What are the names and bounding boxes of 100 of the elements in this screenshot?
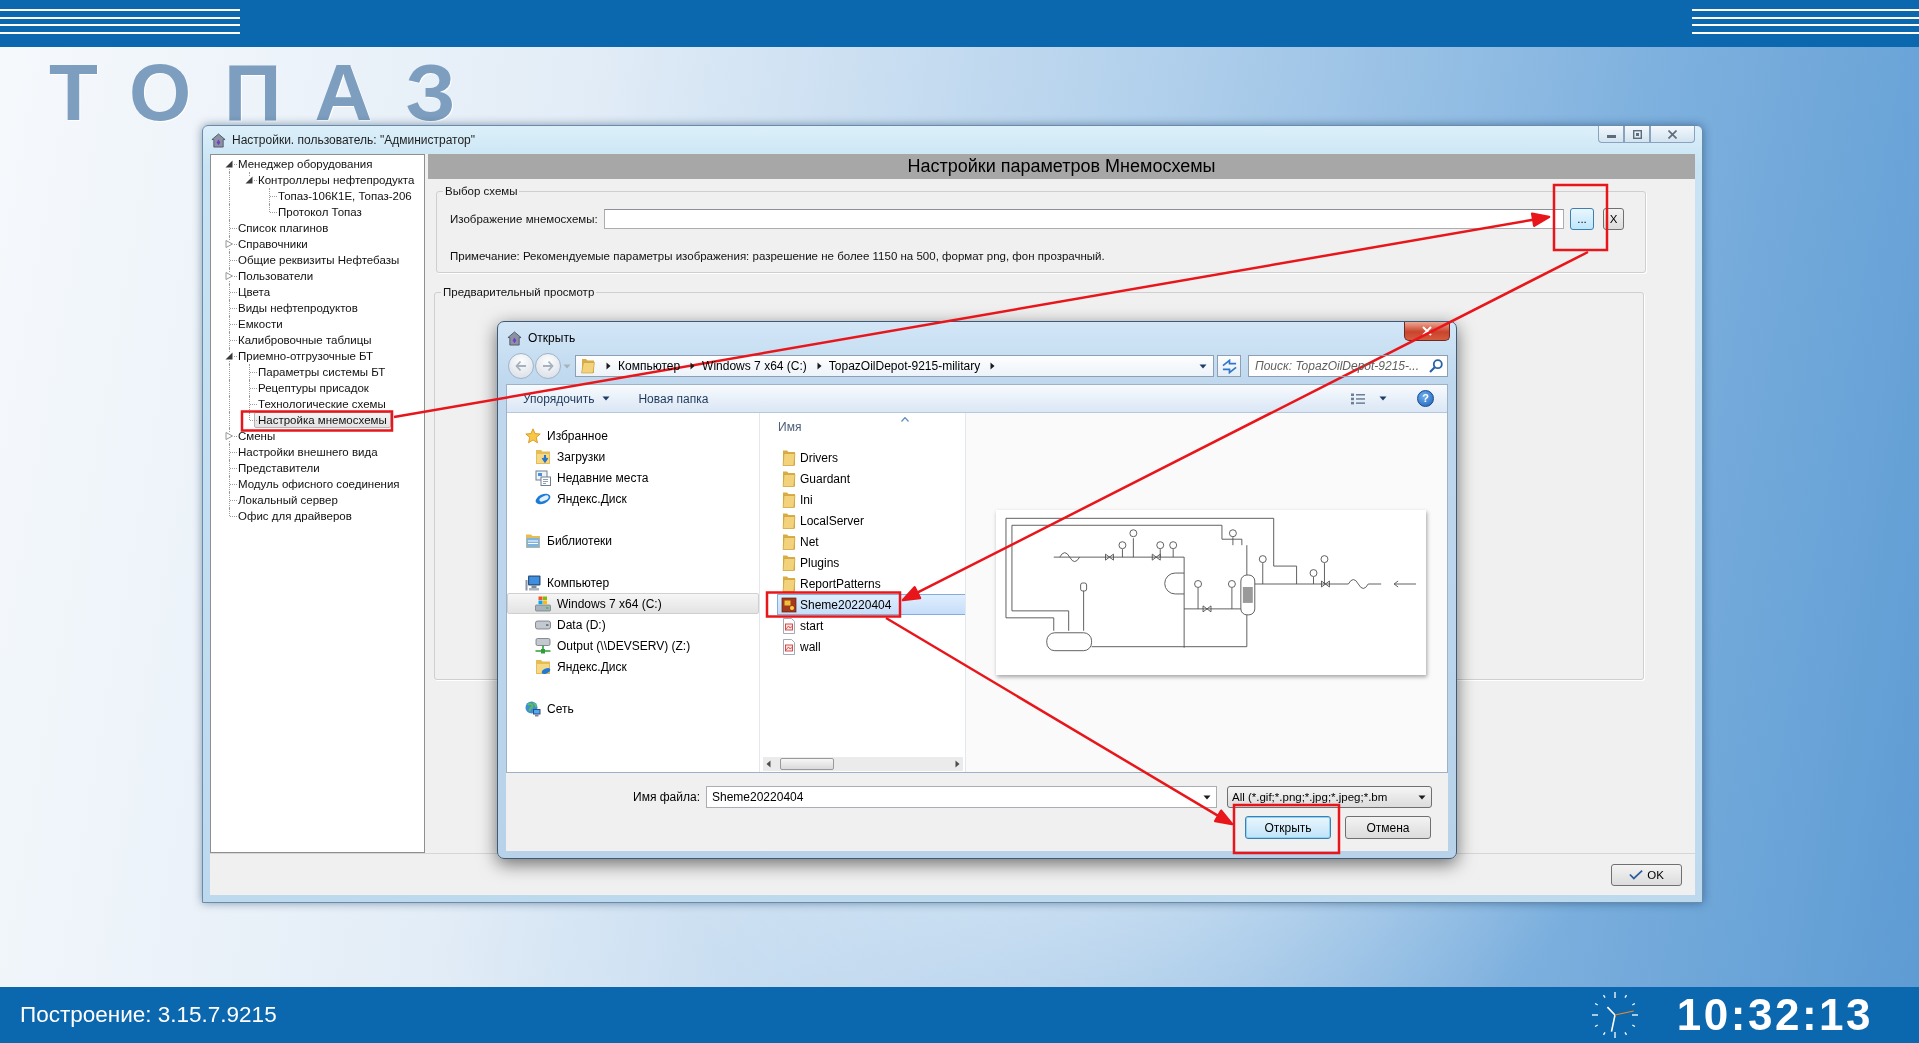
file-name-field[interactable]: Sheme20220404	[706, 786, 1217, 808]
folder-icon	[781, 470, 797, 487]
tree-item[interactable]: Справочники	[234, 236, 312, 252]
tree-item[interactable]: Топаз-106К1Е, Топаз-206	[274, 188, 416, 204]
house-icon	[507, 330, 522, 346]
file-item[interactable]: Net	[777, 531, 965, 552]
build-version: Построение: 3.15.7.9215	[20, 1002, 277, 1028]
toolbar-button[interactable]: Новая папка	[638, 391, 709, 406]
tree-item[interactable]: Смены	[234, 428, 280, 444]
field-label: Изображение мнемосхемы:	[450, 213, 598, 225]
section-header: Настройки параметров Мнемосхемы	[428, 154, 1695, 179]
tree-item[interactable]: Калибровочные таблицы	[234, 332, 376, 348]
image-file-icon	[781, 596, 797, 613]
nav-item[interactable]: Яндекс.Диск	[507, 656, 759, 677]
collapsed-icon[interactable]	[225, 272, 233, 280]
cancel-button[interactable]: Отмена	[1345, 816, 1431, 839]
file-name-label: Имя файла:	[632, 790, 700, 804]
expanded-icon[interactable]	[225, 160, 233, 168]
expanded-icon[interactable]	[245, 176, 253, 184]
tree-item[interactable]: Общие реквизиты Нефтебазы	[234, 252, 404, 268]
scroll-right-icon[interactable]	[955, 760, 960, 768]
network-globe-icon	[525, 700, 541, 717]
file-type-dropdown[interactable]: All (*.gif;*.png;*.jpg;*.jpeg;*.bm	[1227, 786, 1432, 808]
breadcrumb-item[interactable]: Компьютер	[618, 359, 681, 373]
ok-button[interactable]: OK	[1611, 863, 1682, 886]
tree-item[interactable]: Локальный сервер	[234, 492, 342, 508]
refresh-button[interactable]	[1217, 355, 1241, 377]
folder-icon	[781, 575, 797, 592]
nav-item[interactable]: Загрузки	[507, 446, 759, 467]
file-item[interactable]: Drivers	[777, 447, 965, 468]
chevron-icon[interactable]	[990, 362, 996, 370]
minimize-button[interactable]	[1598, 126, 1624, 143]
scrollbar-thumb[interactable]	[780, 758, 834, 770]
house-icon	[211, 132, 226, 148]
collapsed-icon[interactable]	[225, 432, 233, 440]
caret-icon[interactable]	[1199, 363, 1207, 369]
tree-item[interactable]: Параметры системы БТ	[254, 364, 390, 380]
download-folder-icon	[535, 448, 551, 465]
caret-icon[interactable]	[1379, 396, 1387, 401]
scroll-left-icon[interactable]	[766, 760, 771, 768]
chevron-icon[interactable]	[690, 362, 696, 370]
system-drive-icon	[535, 595, 551, 612]
dialog-title: Открыть	[528, 331, 576, 345]
close-button[interactable]	[1650, 126, 1695, 143]
chevron-icon[interactable]	[606, 362, 611, 370]
view-list-icon[interactable]	[1351, 392, 1365, 405]
nav-item[interactable]: Библиотеки	[507, 530, 759, 551]
tree-item[interactable]: Менеджер оборудования	[234, 156, 377, 172]
maximize-button[interactable]	[1624, 126, 1650, 143]
tree-item[interactable]: Настройки внешнего вида	[234, 444, 382, 460]
browse-button[interactable]: ...	[1570, 208, 1594, 230]
horizontal-scrollbar[interactable]	[763, 757, 963, 771]
nav-item[interactable]: Яндекс.Диск	[507, 488, 759, 509]
tree-item[interactable]: Приемно-отгрузочные БТ	[234, 348, 378, 364]
tree-item[interactable]: Список плагинов	[234, 220, 333, 236]
nav-item[interactable]: Сеть	[507, 698, 759, 719]
image-path-field[interactable]	[603, 209, 1564, 229]
tree-item[interactable]: Цвета	[234, 284, 275, 300]
tree-item[interactable]: Представители	[234, 460, 324, 476]
open-button[interactable]: Открыть	[1245, 816, 1331, 839]
app-logo: ТОПАЗ	[49, 61, 489, 125]
nav-item[interactable]: Компьютер	[507, 572, 759, 593]
tree-item[interactable]: Пользователи	[234, 268, 318, 284]
tree-item[interactable]: Виды нефтепродуктов	[234, 300, 362, 316]
refresh-icon	[1221, 358, 1237, 374]
file-item[interactable]: LocalServer	[777, 510, 965, 531]
caret-icon[interactable]	[1203, 795, 1211, 800]
breadcrumb-item[interactable]: Windows 7 x64 (C:)	[702, 359, 807, 373]
nav-item[interactable]: Windows 7 x64 (C:)	[507, 593, 759, 614]
tree-item[interactable]: Контроллеры нефтепродукта	[254, 172, 419, 188]
search-icon[interactable]	[1429, 359, 1443, 373]
nav-item[interactable]: Недавние места	[507, 467, 759, 488]
file-item[interactable]: Guardant	[777, 468, 965, 489]
file-item[interactable]: Plugins	[777, 552, 965, 573]
close-icon	[1422, 326, 1432, 336]
bitmap-file-icon	[781, 638, 797, 655]
tree-item[interactable]: Протокол Топаз	[274, 204, 366, 220]
file-item[interactable]: start	[777, 615, 965, 636]
clear-button[interactable]: X	[1603, 208, 1624, 230]
file-item[interactable]: wall	[777, 636, 965, 657]
folder-icon	[781, 491, 797, 508]
chevron-icon[interactable]	[816, 362, 822, 370]
tree-item[interactable]: Емкости	[234, 316, 287, 332]
nav-item[interactable]: Data (D:)	[507, 614, 759, 635]
tree-item[interactable]: Рецептуры присадок	[254, 380, 373, 396]
nav-item[interactable]: Избранное	[507, 425, 759, 446]
tree-item[interactable]: Модуль офисного соединения	[234, 476, 404, 492]
breadcrumb-item[interactable]: TopazOilDepot-9215-military	[828, 359, 981, 373]
tree-item[interactable]: Технологические схемы	[254, 396, 390, 412]
file-item[interactable]: Sheme20220404	[777, 594, 965, 615]
column-header[interactable]: Имя	[760, 413, 965, 440]
recent-places-icon	[535, 469, 551, 486]
nav-item[interactable]: Output (\\DEVSERV) (Z:)	[507, 635, 759, 656]
address-bar[interactable]: Компьютер Windows 7 x64 (C:) TopazOilDepot-9215-military	[575, 355, 1214, 377]
file-item[interactable]: ReportPatterns	[777, 573, 965, 594]
file-item[interactable]: Ini	[777, 489, 965, 510]
collapsed-icon[interactable]	[225, 240, 233, 248]
tree-item[interactable]: Офис для драйверов	[234, 508, 356, 524]
expanded-icon[interactable]	[225, 352, 233, 360]
close-button[interactable]	[1404, 322, 1450, 341]
